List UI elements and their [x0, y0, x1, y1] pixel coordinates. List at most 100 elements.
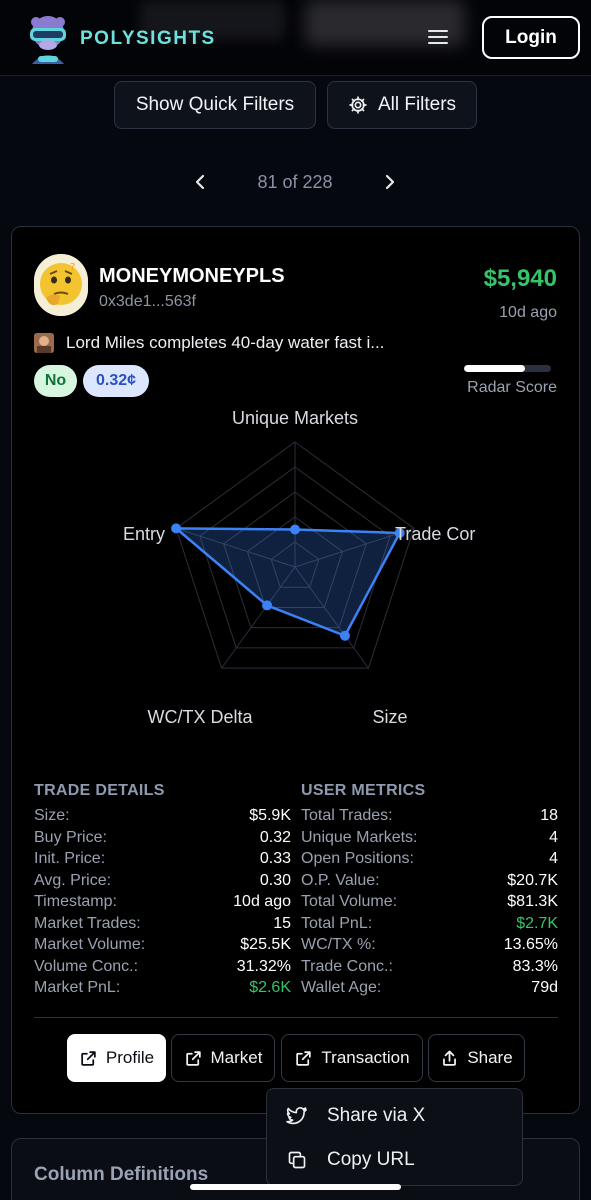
metric-label: Trade Conc.:: [301, 957, 393, 975]
metric-label: Buy Price:: [34, 828, 107, 846]
all-filters-label: All Filters: [377, 94, 457, 115]
metric-row: Buy Price: 0.32: [34, 829, 291, 850]
metric-row: WC/TX %: 13.65%: [301, 936, 558, 957]
gear-icon: [349, 96, 367, 114]
hamburger-menu-icon[interactable]: [428, 30, 448, 46]
metric-row: Total Volume: $81.3K: [301, 893, 558, 914]
metric-row: Market Volume: $25.5K: [34, 936, 291, 957]
share-via-x-label: Share via X: [327, 1105, 426, 1126]
radar-point[interactable]: [171, 523, 182, 534]
radar-score-bar: [464, 365, 551, 372]
metric-value: $2.6K: [249, 979, 291, 996]
thinking-emoji-avatar-icon: ?: [34, 254, 88, 316]
twitter-bird-icon: [286, 1107, 307, 1125]
column-definitions-title: Column Definitions: [34, 1164, 209, 1185]
username[interactable]: MONEYMONEYPLS: [99, 265, 285, 288]
metric-value: 10d ago: [233, 893, 291, 910]
show-quick-filters-button[interactable]: Show Quick Filters: [114, 81, 316, 129]
user-metrics-title: USER METRICS: [301, 782, 426, 799]
market-button-label: Market: [210, 1048, 263, 1067]
previous-page-button[interactable]: [188, 170, 212, 194]
transaction-button[interactable]: Transaction: [281, 1034, 423, 1082]
metric-label: Wallet Age:: [301, 979, 382, 996]
next-page-button[interactable]: [378, 170, 402, 194]
radar-axis-label: Trade Cor: [395, 524, 475, 544]
metric-value: $5.9K: [249, 807, 291, 824]
share-menu: Share via X Copy URL: [266, 1088, 523, 1186]
metric-row: Open Positions: 4: [301, 850, 558, 871]
metric-label: Market Volume:: [34, 936, 146, 953]
copy-url-label: Copy URL: [327, 1149, 415, 1170]
metric-row: Total PnL: $2.7K: [301, 915, 558, 936]
metric-value: 31.32%: [236, 957, 291, 975]
metric-label: Total Volume:: [301, 893, 398, 910]
polysights-logo-icon[interactable]: [24, 12, 72, 64]
chevron-right-icon: [385, 174, 395, 190]
metric-value: $25.5K: [240, 936, 291, 953]
metric-value: 0.33: [259, 850, 291, 867]
metric-row: Total Trades: 18: [301, 807, 558, 828]
wallet-address[interactable]: 0x3de1...563f: [99, 293, 196, 311]
radar-point[interactable]: [339, 630, 350, 641]
metric-value: $20.7K: [507, 871, 558, 889]
metric-row: Init. Price: 0.33: [34, 850, 291, 871]
top-nav-bar: POLYSIGHTS Login: [0, 0, 591, 76]
radar-axis-label: Entry: [123, 524, 165, 544]
metric-row: Timestamp: 10d ago: [34, 893, 291, 914]
metric-label: Market Trades:: [34, 914, 141, 932]
radar-point[interactable]: [262, 600, 273, 611]
metric-row: Market Trades: 15: [34, 915, 291, 936]
copy-url-item[interactable]: Copy URL: [267, 1138, 524, 1182]
market-button[interactable]: Market: [171, 1034, 275, 1082]
radar-point[interactable]: [290, 524, 300, 535]
radar-score-fill: [464, 365, 525, 372]
metric-value: 13.65%: [503, 936, 558, 953]
external-link-icon: [81, 1050, 96, 1066]
page-indicator: 81 of 228: [257, 172, 333, 192]
radar-axis-label: Size: [372, 707, 407, 727]
metric-label: Avg. Price:: [34, 871, 112, 889]
all-filters-button[interactable]: All Filters: [327, 81, 477, 129]
profile-button-label: Profile: [105, 1048, 155, 1067]
metric-value: 4: [549, 850, 558, 867]
metric-value: 79d: [531, 979, 558, 996]
metric-value: 0.30: [259, 871, 291, 889]
metric-row: Size: $5.9K: [34, 807, 291, 828]
home-indicator: [190, 1184, 401, 1190]
external-link-icon: [296, 1050, 312, 1066]
outcome-badge: No: [34, 365, 77, 397]
metric-row: O.P. Value: $20.7K: [301, 872, 558, 893]
user-avatar[interactable]: ?: [34, 254, 88, 316]
copy-icon: [288, 1151, 306, 1169]
metric-label: Init. Price:: [34, 850, 106, 867]
profile-button[interactable]: Profile: [67, 1034, 166, 1082]
metric-label: Timestamp:: [34, 893, 117, 910]
metric-value: $81.3K: [507, 893, 558, 910]
metric-label: Size:: [34, 807, 70, 824]
share-via-x-item[interactable]: Share via X: [267, 1094, 524, 1138]
metric-value: 15: [273, 914, 291, 932]
transaction-button-label: Transaction: [321, 1048, 410, 1067]
metric-label: Total PnL:: [301, 914, 373, 932]
radar-series-area: [172, 527, 402, 638]
trade-amount: $5,940: [483, 265, 557, 292]
radar-axis-label: WC/TX Delta: [147, 707, 253, 727]
metric-row: Unique Markets: 4: [301, 829, 558, 850]
trade-time-ago: 10d ago: [499, 304, 557, 321]
metric-label: WC/TX %:: [301, 936, 376, 953]
metric-row: Market PnL: $2.6K: [34, 979, 291, 1000]
external-link-icon: [185, 1050, 201, 1066]
metric-row: Trade Conc.: 83.3%: [301, 958, 558, 979]
svg-text:?: ?: [70, 262, 75, 273]
metric-label: Unique Markets:: [301, 828, 418, 846]
brand-name[interactable]: POLYSIGHTS: [80, 28, 216, 50]
metric-row: Wallet Age: 79d: [301, 979, 558, 1000]
metric-label: O.P. Value:: [301, 871, 380, 889]
metric-label: Open Positions:: [301, 850, 414, 867]
share-button[interactable]: Share: [428, 1034, 525, 1082]
radar-chart: Unique Markets Trade Cor Size WC/TX Delta En…: [123, 408, 475, 727]
login-button[interactable]: Login: [482, 16, 580, 59]
market-title[interactable]: Lord Miles completes 40-day water fast i…: [66, 333, 384, 353]
radar-axis-label: Unique Markets: [232, 408, 358, 428]
trade-card: ? MONEYMONEYPLS 0x3de1...563f $5,940 10d…: [11, 226, 580, 1114]
